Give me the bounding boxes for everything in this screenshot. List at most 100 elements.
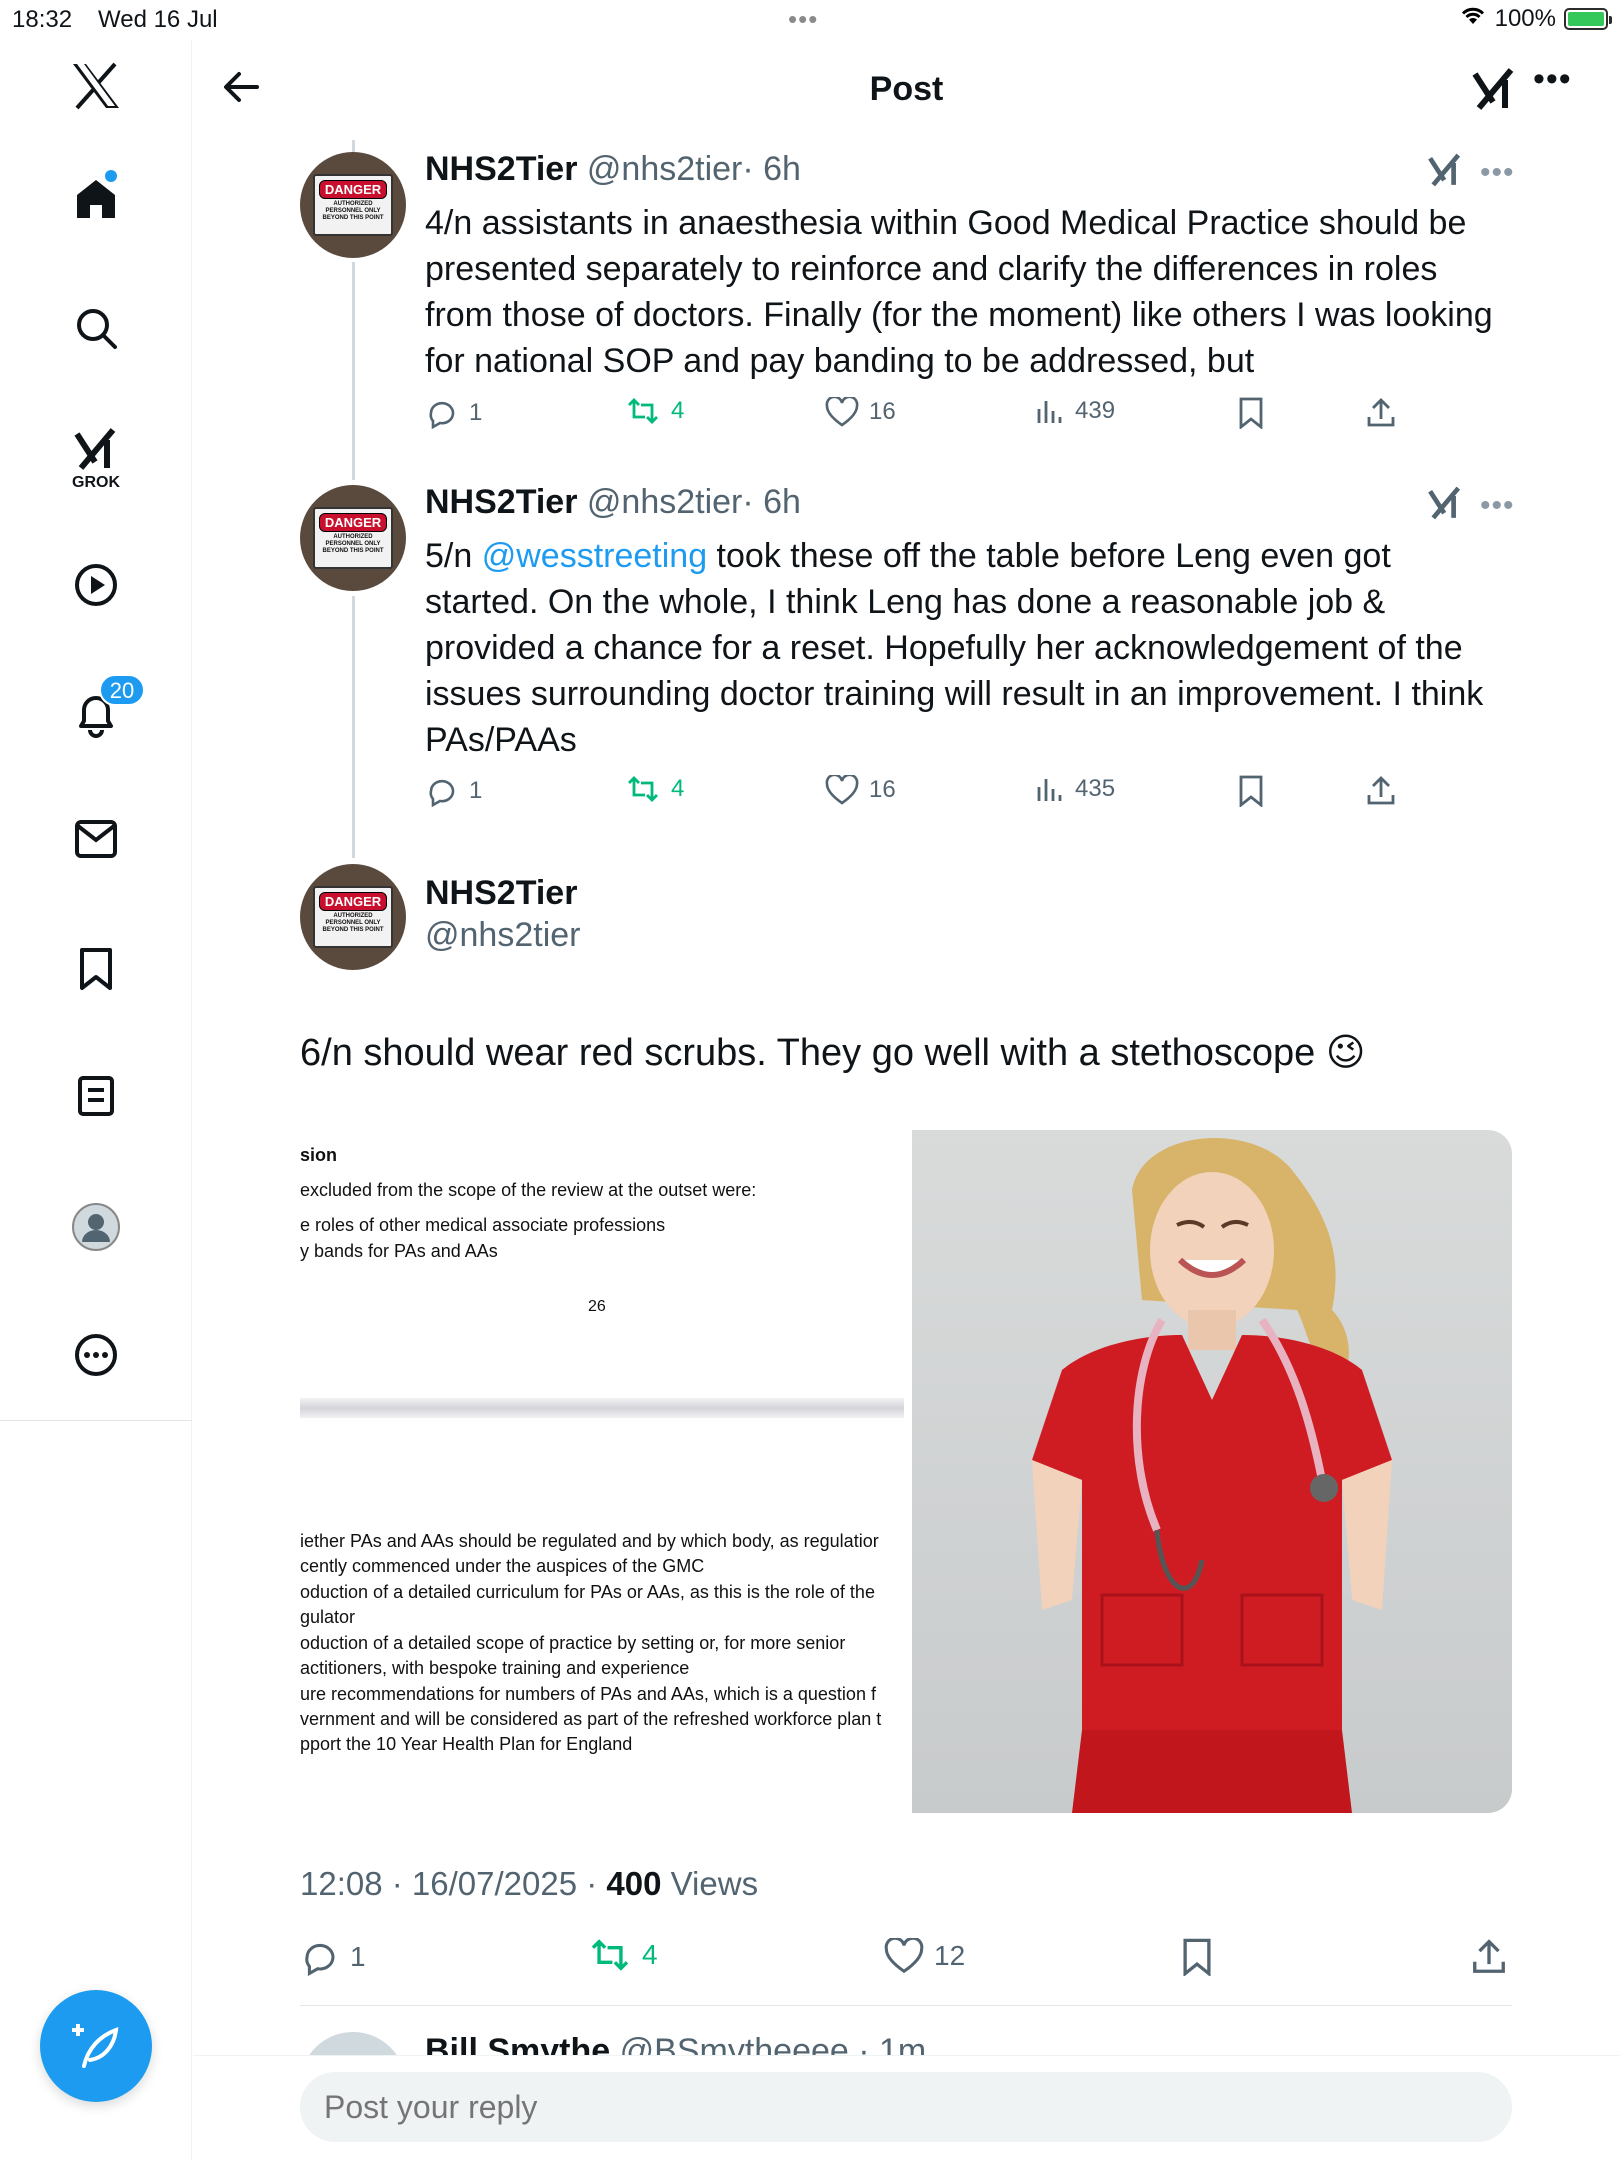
multitask-dots-icon[interactable]: •••	[788, 4, 818, 35]
thread-tweet[interactable]: DANGER AUTHORIZED PERSONNEL ONLY BEYOND THI…	[300, 150, 1515, 440]
reply-button[interactable]: 1	[425, 775, 482, 807]
share-icon	[1473, 1939, 1505, 1973]
doc-line: oduction of a detailed scope of practice…	[300, 1633, 846, 1653]
bookmark-icon	[1239, 775, 1263, 807]
tweet-more-icon[interactable]: •••	[1480, 156, 1515, 190]
author-name[interactable]: NHS2Tier	[425, 874, 577, 913]
messages-nav-item[interactable]	[0, 818, 192, 860]
bookmarks-nav-item[interactable]	[0, 946, 192, 992]
avatar[interactable]: DANGER AUTHORIZED PERSONNEL ONLY BEYOND THI…	[300, 152, 406, 258]
repost-icon	[591, 1939, 629, 1971]
tweet-header: NHS2Tier @nhs2tier· 6h	[425, 483, 801, 522]
repost-button[interactable]: 4	[588, 1938, 658, 1972]
sidebar-divider	[0, 1420, 192, 1421]
heart-icon	[825, 397, 859, 427]
doc-line: ure recommendations for numbers of PAs a…	[300, 1684, 876, 1704]
compose-feather-icon	[72, 2024, 119, 2068]
sidebar: GROK 20	[0, 40, 192, 2160]
author-handle[interactable]: @nhs2tier	[587, 150, 742, 188]
document-screenshot-image[interactable]: sion excluded from the scope of the revi…	[300, 1130, 904, 1813]
views-count: 400	[606, 1865, 662, 1902]
doc-line: iether PAs and AAs should be regulated a…	[300, 1531, 879, 1551]
share-button[interactable]	[1365, 775, 1397, 807]
main-tweet-header: DANGER AUTHORIZED PERSONNEL ONLY BEYOND THI…	[300, 862, 1512, 972]
doc-line: cently commenced under the auspices of t…	[300, 1556, 705, 1576]
status-date: Wed 16 Jul	[98, 6, 218, 33]
tweet-text: 4/n assistants in anaesthesia within Goo…	[425, 204, 1493, 380]
tweet-time[interactable]: · 6h	[742, 483, 801, 521]
repost-icon	[628, 398, 658, 424]
status-bar: 18:32 Wed 16 Jul ••• 100%	[0, 0, 1620, 40]
page-break	[300, 1398, 904, 1418]
like-count: 16	[869, 776, 896, 803]
reply-input[interactable]	[300, 2072, 1512, 2142]
author-name[interactable]: NHS2Tier	[425, 150, 577, 188]
like-button[interactable]: 16	[825, 775, 896, 805]
reply-button[interactable]: 1	[425, 397, 482, 429]
tweet-media[interactable]: sion excluded from the scope of the revi…	[300, 1130, 1512, 1813]
more-nav-item[interactable]	[0, 1332, 192, 1378]
like-button[interactable]: 12	[884, 1938, 965, 1974]
bookmark-button[interactable]	[1237, 775, 1265, 807]
share-button[interactable]	[1365, 397, 1397, 429]
share-button[interactable]	[1470, 1938, 1508, 1976]
tweet-actions: 1 4 16 439	[425, 397, 1425, 437]
lists-nav-item[interactable]	[0, 1074, 192, 1118]
bookmark-button[interactable]	[1180, 1938, 1214, 1976]
reply-count: 1	[469, 399, 483, 426]
reply-composer-bar	[193, 2055, 1620, 2160]
repost-button[interactable]: 4	[625, 775, 684, 803]
tweet-more-icon[interactable]: •••	[1480, 489, 1515, 523]
tweet-time[interactable]: · 6h	[742, 150, 801, 188]
doc-line: excluded from the scope of the review at…	[300, 1180, 757, 1200]
repost-icon	[628, 776, 658, 802]
tweet-text-prefix: 5/n	[425, 537, 473, 575]
mail-icon	[75, 820, 117, 858]
status-time: 18:32	[12, 6, 73, 33]
reply-icon	[429, 779, 455, 807]
header-more-icon[interactable]: •••	[1533, 60, 1572, 99]
doc-line: oduction of a detailed curriculum for PA…	[300, 1582, 875, 1602]
views-button[interactable]: 435	[1035, 775, 1115, 803]
bookmark-button[interactable]	[1237, 397, 1265, 429]
danger-sign-icon: DANGER AUTHORIZED PERSONNEL ONLY BEYOND THI…	[313, 507, 393, 569]
views-button[interactable]: 439	[1035, 397, 1115, 425]
reply-button[interactable]: 1	[300, 1938, 366, 1976]
videos-nav-item[interactable]	[0, 562, 192, 608]
avatar[interactable]: DANGER AUTHORIZED PERSONNEL ONLY BEYOND THI…	[300, 864, 406, 970]
red-scrubs-photo[interactable]	[912, 1130, 1512, 1813]
repost-button[interactable]: 4	[625, 397, 684, 425]
like-button[interactable]: 16	[825, 397, 896, 427]
tweet-header: NHS2Tier @nhs2tier· 6h	[425, 150, 801, 189]
reply-icon	[429, 401, 455, 429]
grok-label: GROK	[72, 474, 120, 491]
author-handle[interactable]: @nhs2tier	[425, 916, 580, 955]
danger-sign-icon: DANGER AUTHORIZED PERSONNEL ONLY BEYOND THI…	[313, 886, 393, 948]
profile-nav-item[interactable]	[0, 1202, 192, 1252]
heart-icon	[825, 775, 859, 805]
x-logo-icon[interactable]	[0, 62, 192, 110]
grok-nav-item[interactable]: GROK	[0, 426, 192, 492]
more-circle-icon	[75, 1334, 117, 1376]
list-icon	[78, 1076, 114, 1116]
main-tweet-text: 6/n should wear red scrubs. They go well…	[300, 1032, 1366, 1074]
home-nav-item[interactable]	[0, 170, 192, 222]
author-name[interactable]: NHS2Tier	[425, 483, 577, 521]
views-chart-icon	[1037, 779, 1062, 801]
grok-explain-icon[interactable]	[1427, 485, 1463, 526]
divider	[300, 2005, 1512, 2006]
explore-nav-item[interactable]	[0, 306, 192, 350]
doc-line: sion	[300, 1145, 338, 1165]
avatar[interactable]: DANGER AUTHORIZED PERSONNEL ONLY BEYOND THI…	[300, 485, 406, 591]
compose-post-button[interactable]	[40, 1990, 152, 2102]
author-handle[interactable]: @nhs2tier	[587, 483, 742, 521]
thread-tweet[interactable]: DANGER AUTHORIZED PERSONNEL ONLY BEYOND THI…	[300, 483, 1515, 843]
main-tweet-actions: 1 4 12	[300, 1938, 1512, 1984]
mention-link[interactable]: @wesstreeting	[482, 537, 707, 575]
grok-explain-icon[interactable]	[1427, 152, 1463, 193]
doc-line: actitioners, with bespoke training and e…	[300, 1658, 690, 1678]
doc-line: pport the 10 Year Health Plan for Englan…	[300, 1734, 633, 1754]
notifications-nav-item[interactable]: 20	[0, 674, 192, 738]
grok-header-icon[interactable]	[1471, 66, 1517, 117]
tweet-text: 5/n @wesstreeting took these off the tab…	[425, 533, 1505, 763]
